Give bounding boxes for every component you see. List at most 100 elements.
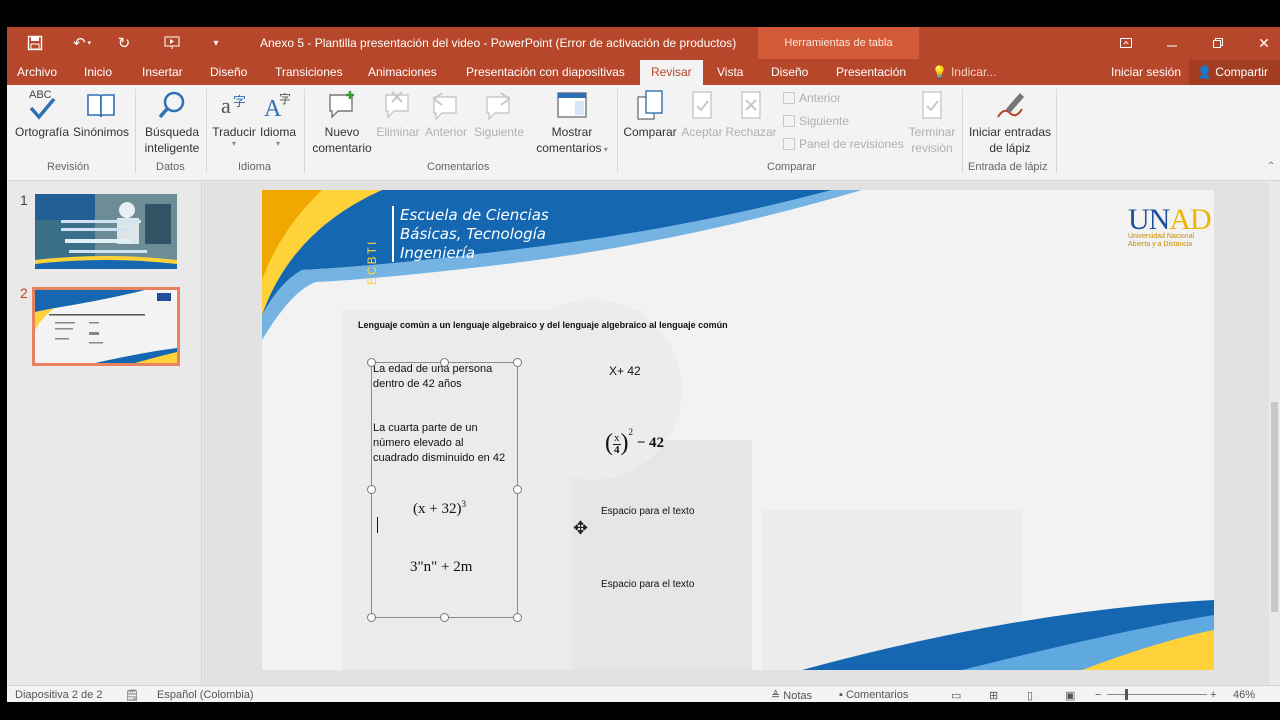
slide-thumbnail-1[interactable] <box>35 194 177 269</box>
unad-n: N <box>1148 203 1171 236</box>
end-review-button[interactable]: Terminar revisión <box>905 89 959 156</box>
unad-ad: AD <box>1169 203 1211 236</box>
tab-diseno[interactable]: Diseño <box>210 59 247 85</box>
tab-vista[interactable]: Vista <box>717 59 743 85</box>
tab-transiciones[interactable]: Transiciones <box>275 59 343 85</box>
tab-insertar[interactable]: Insertar <box>142 59 183 85</box>
svg-text:a: a <box>221 93 231 118</box>
slide-thumbnail-2[interactable] <box>32 287 180 366</box>
slide-sorter-icon[interactable]: ⊞ <box>989 689 998 702</box>
start-inking-button[interactable]: Iniciar entradas de lápiz <box>967 89 1053 156</box>
zoom-level[interactable]: 46% <box>1233 689 1255 701</box>
slide-thumbnails-pane: 1 2 <box>7 182 202 685</box>
resize-handle-bottom[interactable] <box>440 613 449 622</box>
abc-label: ABC <box>29 89 52 101</box>
scrollbar-thumb[interactable] <box>1271 402 1278 612</box>
vertical-scrollbar[interactable] <box>1269 182 1280 685</box>
group-separator <box>304 89 305 173</box>
zoom-in-icon[interactable]: + <box>1210 689 1216 701</box>
text-placeholder-2[interactable]: Espacio para el texto <box>601 577 694 592</box>
tab-revisar[interactable]: Revisar <box>640 60 703 85</box>
slide-heading[interactable]: Lenguaje común a un lenguaje algebraico … <box>358 320 728 330</box>
resize-handle-bottom-right[interactable] <box>513 613 522 622</box>
smart-lookup-button[interactable]: Búsqueda inteligente <box>141 89 203 156</box>
language-button[interactable]: A字 Idioma ▾ <box>257 89 299 148</box>
compare-button[interactable]: Comparar <box>621 89 679 140</box>
zoom-slider[interactable] <box>1107 694 1207 695</box>
zoom-out-icon[interactable]: − <box>1095 689 1101 701</box>
accept-button[interactable]: Aceptar <box>679 89 725 140</box>
ribbon-display-options-icon[interactable] <box>1103 27 1149 59</box>
share-button[interactable]: 👤 Compartir <box>1189 60 1280 85</box>
resize-handle-top-right[interactable] <box>513 358 522 367</box>
smart-lookup-label-1: Búsqueda <box>144 125 200 139</box>
resize-handle-top-left[interactable] <box>367 358 376 367</box>
spelling-button[interactable]: ABC Ortografía <box>13 89 71 140</box>
translate-label: Traducir <box>212 125 256 139</box>
close-icon[interactable]: ✕ <box>1241 27 1280 59</box>
resize-handle-left[interactable] <box>367 485 376 494</box>
tab-animaciones[interactable]: Animaciones <box>368 59 437 85</box>
show-comments-label-2: comentarios <box>536 141 602 155</box>
lightbulb-icon: 💡 <box>932 65 947 79</box>
fraction: x4 <box>613 433 621 456</box>
tab-diseno-tabla[interactable]: Diseño <box>771 59 808 85</box>
window-title: Anexo 5 - Plantilla presentación del vid… <box>260 36 737 50</box>
minimize-icon[interactable] <box>1149 27 1195 59</box>
revisions-pane-button[interactable]: Panel de revisiones <box>783 137 904 151</box>
language-status[interactable]: Español (Colombia) <box>157 689 254 701</box>
save-icon[interactable] <box>23 27 47 59</box>
show-comments-button[interactable]: Mostrar comentarios ▾ <box>534 89 610 158</box>
next-change-label: Siguiente <box>799 114 850 128</box>
reading-view-icon[interactable]: ▯ <box>1027 689 1033 702</box>
customize-toolbar-icon[interactable]: ▾ <box>204 27 228 59</box>
show-comments-dropdown-icon: ▾ <box>601 145 608 154</box>
reject-icon <box>735 89 767 121</box>
normal-view-icon[interactable]: ▭ <box>951 689 961 702</box>
undo-icon[interactable]: ↶ ▾ <box>67 27 97 59</box>
equation-x-plus-42[interactable]: X+ 42 <box>609 364 641 379</box>
svg-text:字: 字 <box>279 91 291 106</box>
notes-button[interactable]: ≜ Notas <box>771 689 812 702</box>
magnifier-icon <box>156 89 188 121</box>
revisions-pane-icon <box>783 138 795 150</box>
next-change-button[interactable]: Siguiente <box>783 114 849 128</box>
sign-in-link[interactable]: Iniciar sesión <box>1111 65 1181 79</box>
fraction-denominator: 4 <box>614 444 620 456</box>
slide-counter: Diapositiva 2 de 2 <box>15 689 103 701</box>
group-comentarios-label: Comentarios <box>427 161 490 173</box>
selected-textbox[interactable] <box>367 358 522 622</box>
resize-handle-right[interactable] <box>513 485 522 494</box>
redo-icon[interactable]: ↻ <box>112 27 136 59</box>
zoom-slider-thumb[interactable] <box>1125 689 1128 700</box>
tab-presentacion-tabla[interactable]: Presentación <box>836 59 906 85</box>
resize-handle-top[interactable] <box>440 358 449 367</box>
previous-comment-button[interactable]: Anterior <box>421 89 471 140</box>
thumbnail-number-2: 2 <box>20 285 28 301</box>
tab-presentacion-diapositivas[interactable]: Presentación con diapositivas <box>466 59 625 85</box>
resize-handle-bottom-left[interactable] <box>367 613 376 622</box>
delete-comment-button[interactable]: Eliminar <box>375 89 421 140</box>
spelling-label: Ortografía <box>14 125 70 139</box>
equation-fraction[interactable]: (x 4)2 − 42 <box>605 427 664 457</box>
delete-comment-icon <box>382 89 414 121</box>
comments-icon: ▪ <box>839 689 843 701</box>
translate-button[interactable]: a字 Traducir ▾ <box>211 89 257 148</box>
start-from-beginning-icon[interactable] <box>160 27 184 59</box>
tell-me-search[interactable]: 💡 Indicar... <box>932 65 996 79</box>
tab-archivo[interactable]: Archivo <box>17 59 57 85</box>
tab-inicio[interactable]: Inicio <box>84 59 112 85</box>
comments-button[interactable]: ▪ Comentarios <box>839 689 908 701</box>
next-comment-button[interactable]: Siguiente <box>471 89 527 140</box>
collapse-ribbon-icon[interactable]: ⌃ <box>1267 161 1275 172</box>
reject-button[interactable]: Rechazar <box>725 89 777 140</box>
thesaurus-button[interactable]: Sinónimos <box>71 89 131 140</box>
new-comment-button[interactable]: Nuevo comentario <box>309 89 375 156</box>
restore-icon[interactable] <box>1195 27 1241 59</box>
group-separator <box>617 89 618 173</box>
notes-check-icon[interactable]: 🗒 <box>125 689 139 702</box>
fraction-exponent: 2 <box>628 427 634 437</box>
text-placeholder-1[interactable]: Espacio para el texto <box>601 504 694 519</box>
previous-change-button[interactable]: Anterior <box>783 91 841 105</box>
slideshow-view-icon[interactable]: ▣ <box>1065 689 1075 702</box>
